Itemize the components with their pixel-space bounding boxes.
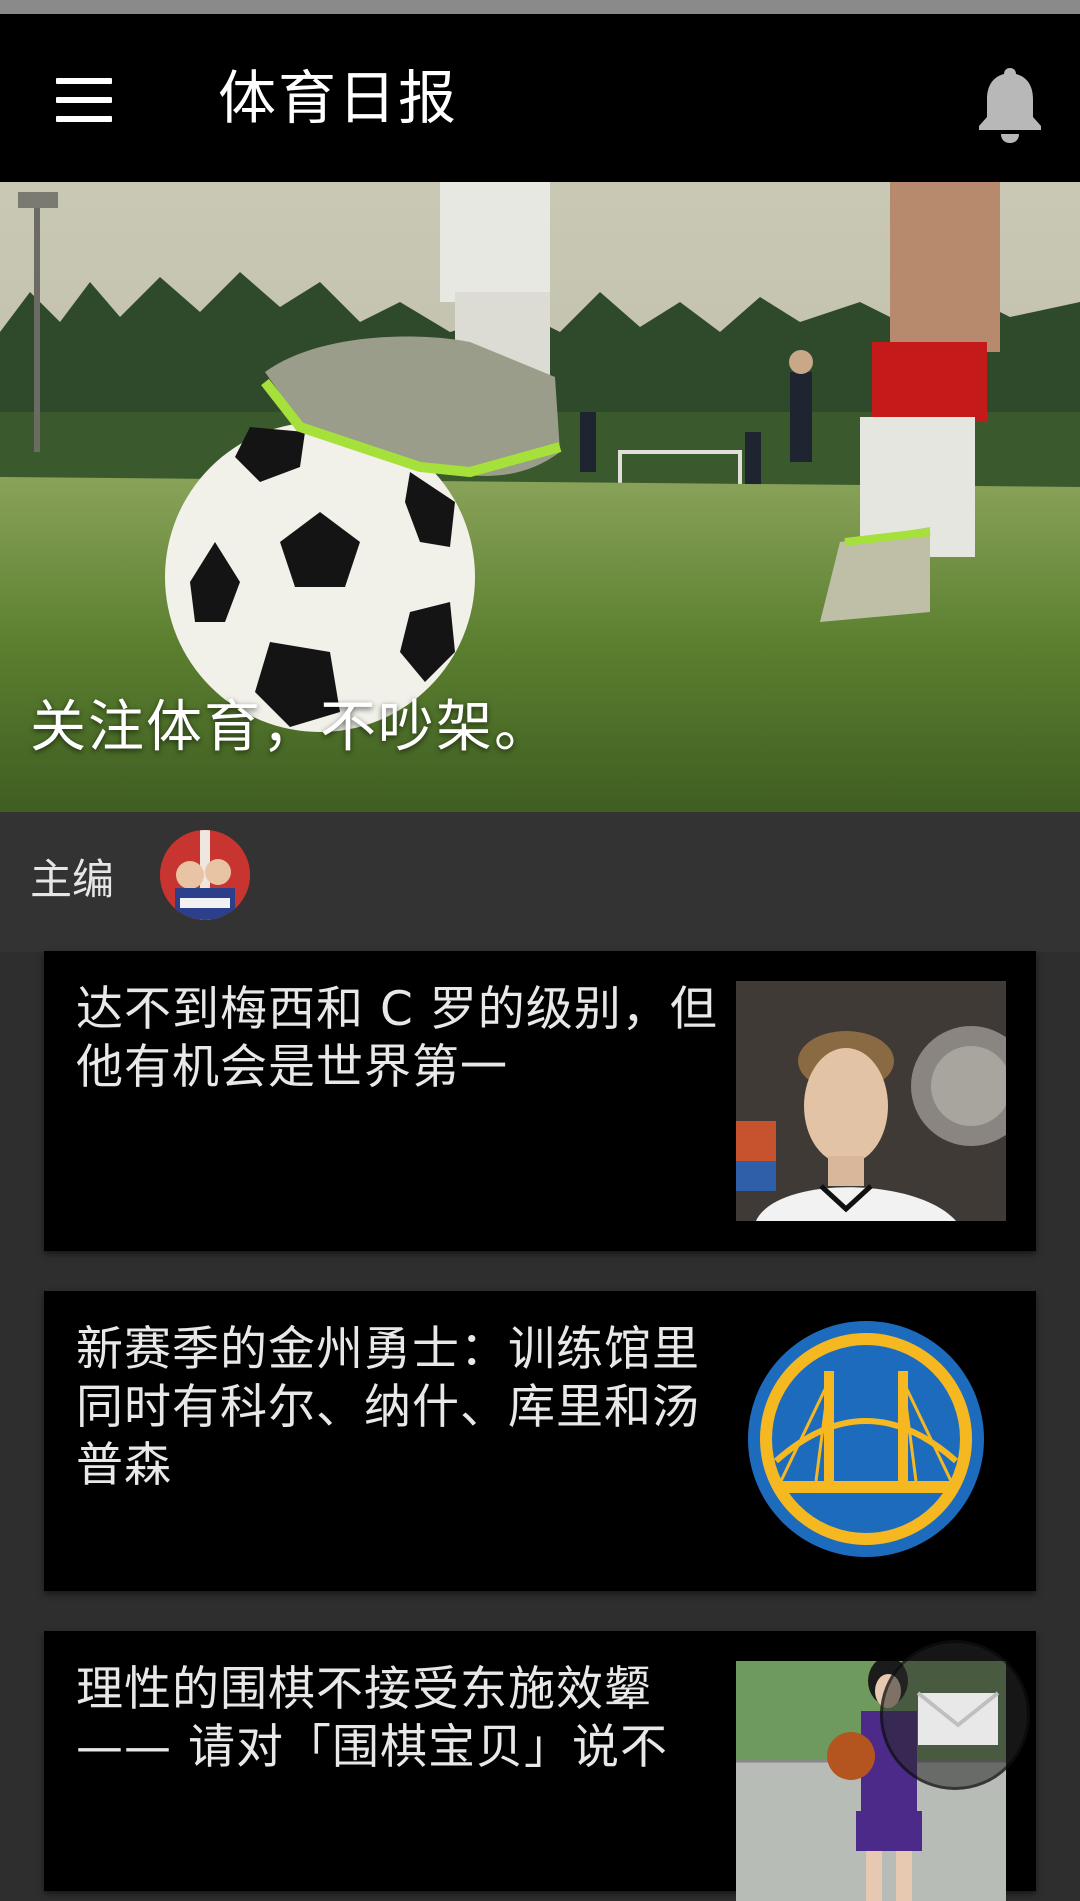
article-card[interactable]: 新赛季的金州勇士：训练馆里同时有科尔、纳什、库里和汤普森 (44, 1291, 1036, 1591)
article-title: 新赛季的金州勇士：训练馆里同时有科尔、纳什、库里和汤普森 (76, 1322, 700, 1493)
article-thumbnail (736, 1321, 1006, 1561)
app-title: 体育日报 (218, 64, 459, 132)
menu-button[interactable] (44, 64, 116, 136)
notifications-button[interactable] (975, 64, 1045, 144)
status-bar-strip (0, 0, 1080, 14)
hamburger-menu-icon-bar (56, 116, 112, 122)
app-bar: 体育日报 (0, 14, 1080, 182)
hamburger-menu-icon (56, 78, 112, 84)
compose-mail-button[interactable] (880, 1640, 1030, 1790)
article-title: 达不到梅西和 C 罗的级别，但他有机会是世界第一 (76, 982, 718, 1095)
hero-slogan: 关注体育，不吵架。 (30, 695, 552, 760)
avatar-image (160, 830, 250, 920)
editor-avatar[interactable] (160, 830, 250, 920)
editor-label: 主编 (30, 855, 115, 904)
hamburger-menu-icon-bar (56, 97, 112, 103)
editor-row: 主编 (0, 812, 1080, 952)
article-thumbnail (736, 981, 1006, 1221)
article-title: 理性的围棋不接受东施效颦 —— 请对「围棋宝贝」说不 (76, 1662, 668, 1775)
bell-icon (979, 68, 1041, 143)
article-card[interactable]: 达不到梅西和 C 罗的级别，但他有机会是世界第一 (44, 951, 1036, 1251)
mail-icon (916, 1691, 1000, 1745)
hero-banner[interactable]: 关注体育，不吵架。 (0, 182, 1080, 812)
